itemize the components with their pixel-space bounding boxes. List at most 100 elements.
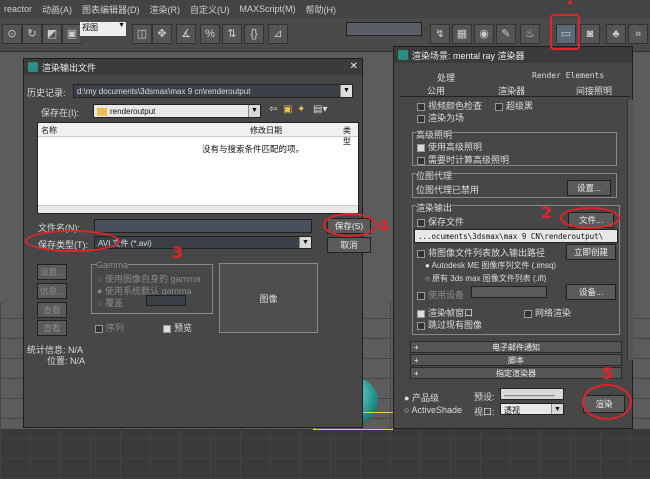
spinner-snap-icon[interactable]: ⇅ [222,24,242,44]
close-icon[interactable]: ✕ [350,61,358,72]
annotation-3: 3 [172,243,184,262]
menu-customize[interactable]: 自定义(U) [190,3,230,16]
percent-snap-icon[interactable]: % [200,24,220,44]
schematic-icon[interactable]: ▦ [452,24,472,44]
empty-message: 没有与搜索条件匹配的项。 [201,144,304,154]
viewport-label: 视口: [474,407,495,417]
annotation-circle-3 [25,230,120,252]
render-dialog-titlebar: 渲染场景: mental ray 渲染器 [394,47,632,63]
tab-render-elements[interactable]: Render Elements [532,71,604,80]
menu-maxscript[interactable]: MAXScript(M) [240,4,296,14]
app-icon [398,50,408,60]
view-button[interactable]: 查看 [37,302,67,318]
production-radio[interactable]: ● 产品级 [404,391,439,404]
app-icon [28,62,38,72]
render-dialog-title: 渲染场景: mental ray 渲染器 [412,50,525,61]
viewport-combo[interactable]: 透视 ▼ [500,403,564,415]
super-black-check[interactable]: 超级黑 [495,99,533,112]
file-dialog-titlebar: 渲染输出文件 ✕ [24,59,362,75]
annotation-2: 2 [541,203,553,222]
named-selection-icon[interactable]: {} [244,24,264,44]
bitmap-proxy-status: 位图代理已禁用 [416,185,480,195]
annotation-circle-1 [550,14,580,50]
render-frame-icon[interactable]: ◙ [580,24,600,44]
material-editor-icon[interactable]: ◉ [474,24,494,44]
use-advanced-lighting-check[interactable]: 使用高级照明 [417,140,482,153]
scale-icon[interactable]: ◩ [42,24,62,44]
tab-processing[interactable]: 处理 [437,71,455,84]
legacy-ifl-radio[interactable]: ○ 原有 3ds max 图像文件列表 (.ifl) [425,273,546,284]
render-to-fields-check[interactable]: 渲染为场 [417,111,464,124]
put-file-list-check[interactable]: 将图像文件列表放入输出路径 [417,246,545,259]
location-label: 位置: N/A [47,356,86,366]
gamma-option-override[interactable]: ○ 覆盖 [97,296,123,309]
net-render-check[interactable]: 网络渲染 [524,306,571,319]
menu-rendering[interactable]: 渲染(R) [150,3,181,16]
rollout-scripts[interactable]: + 脚本 [410,354,622,366]
bitmap-setup-button[interactable]: 设置... [567,180,611,196]
render-setup-icon[interactable]: ✎ [496,24,516,44]
menu-animation[interactable]: 动画(A) [42,3,72,16]
save-file-check[interactable]: 保存文件 [417,215,464,228]
back-icon[interactable]: ⇦ [269,104,277,115]
angle-snap-icon[interactable]: ∡ [176,24,196,44]
filename-input[interactable] [94,219,312,233]
annotation-circle-2 [560,207,620,229]
preview-checkbox[interactable]: 预览 [163,321,192,334]
skip-existing-check[interactable]: 跳过现有图像 [417,318,482,331]
rollout-assign-renderer[interactable]: + 指定渲染器 [410,367,622,379]
menu-reactor[interactable]: reactor [4,4,32,14]
annotation-1: 1 [566,0,574,7]
gamma-override-value[interactable] [146,295,186,306]
select-region-icon[interactable]: ▣ [62,24,82,44]
mirror-icon[interactable]: ⊿ [268,24,288,44]
quick-render-icon[interactable]: ♨ [520,24,540,44]
file-dialog-title: 渲染输出文件 [42,62,97,73]
file-list[interactable]: 名称 修改日期 类型 没有与搜索条件匹配的项。 [37,122,359,214]
use-device-check[interactable]: 使用设备 [417,288,464,301]
menu-help[interactable]: 帮助(H) [306,3,337,16]
annotation-4: 4 [378,216,390,235]
view-selector[interactable]: 视图 ▼ [80,22,126,36]
horizontal-scrollbar[interactable] [38,205,358,213]
info-button[interactable]: 信息... [37,283,67,299]
view-menu-icon[interactable]: ▤▾ [313,104,327,115]
annotation-circle-4 [323,213,377,237]
sequence-checkbox[interactable]: 序列 [95,321,124,334]
select-link-icon[interactable]: ⊙ [2,24,22,44]
filetype-combo[interactable]: AVI 文件 (*.avi) ▼ [94,236,312,249]
pivot-icon[interactable]: ◫ [132,24,152,44]
view2-button[interactable]: 查看 [37,320,67,336]
col-type[interactable]: 类型 [343,125,358,147]
teapot-icon[interactable]: ♣ [606,24,626,44]
activeshade-radio[interactable]: ○ ActiveShade [404,405,462,415]
devices-button[interactable]: 设备... [566,284,616,300]
col-name[interactable]: 名称 [41,125,57,136]
rollout-email[interactable]: + 电子邮件通知 [410,341,622,353]
menu-graph-editors[interactable]: 图表编辑器(D) [82,3,140,16]
gamma-label: Gamma [96,260,129,270]
new-folder-icon[interactable]: ✦ [297,104,305,115]
output-path-field[interactable]: ...ocuments\3dsmax\max 9 CN\renderoutput… [414,229,618,243]
render-dialog-scrollbar[interactable] [627,100,633,360]
bitmap-proxy-group: 位图代理 [416,169,453,182]
named-selection-set[interactable] [346,22,422,36]
save-in-label: 保存在(I): [41,108,79,118]
compute-adv-lighting-check[interactable]: 需要时计算高级照明 [417,153,509,166]
up-folder-icon[interactable]: ▣ [283,104,292,115]
autodesk-imsq-radio[interactable]: ● Autodesk ME 图像序列文件 (.imsq) [425,260,556,271]
rotate-icon[interactable]: ↻ [22,24,42,44]
save-in-combo[interactable]: renderoutput ▼ [93,104,261,118]
create-now-button[interactable]: 立即创建 [566,244,616,260]
image-preview: 图像 [219,263,318,333]
preset-combo[interactable]: ------------------- [500,388,564,400]
cancel-button[interactable]: 取消 [327,237,371,253]
curve-editor-icon[interactable]: ↯ [430,24,450,44]
history-combo[interactable]: d:\my documents\3dsmax\max 9 cn\renderou… [73,84,353,98]
select-move-icon[interactable]: ✥ [152,24,172,44]
col-date[interactable]: 修改日期 [250,125,282,136]
toolbar-more-icon[interactable]: » [628,24,648,44]
setup-button[interactable]: 设置... [37,264,67,280]
history-label: 历史记录: [27,88,66,98]
device-field[interactable] [471,286,547,298]
